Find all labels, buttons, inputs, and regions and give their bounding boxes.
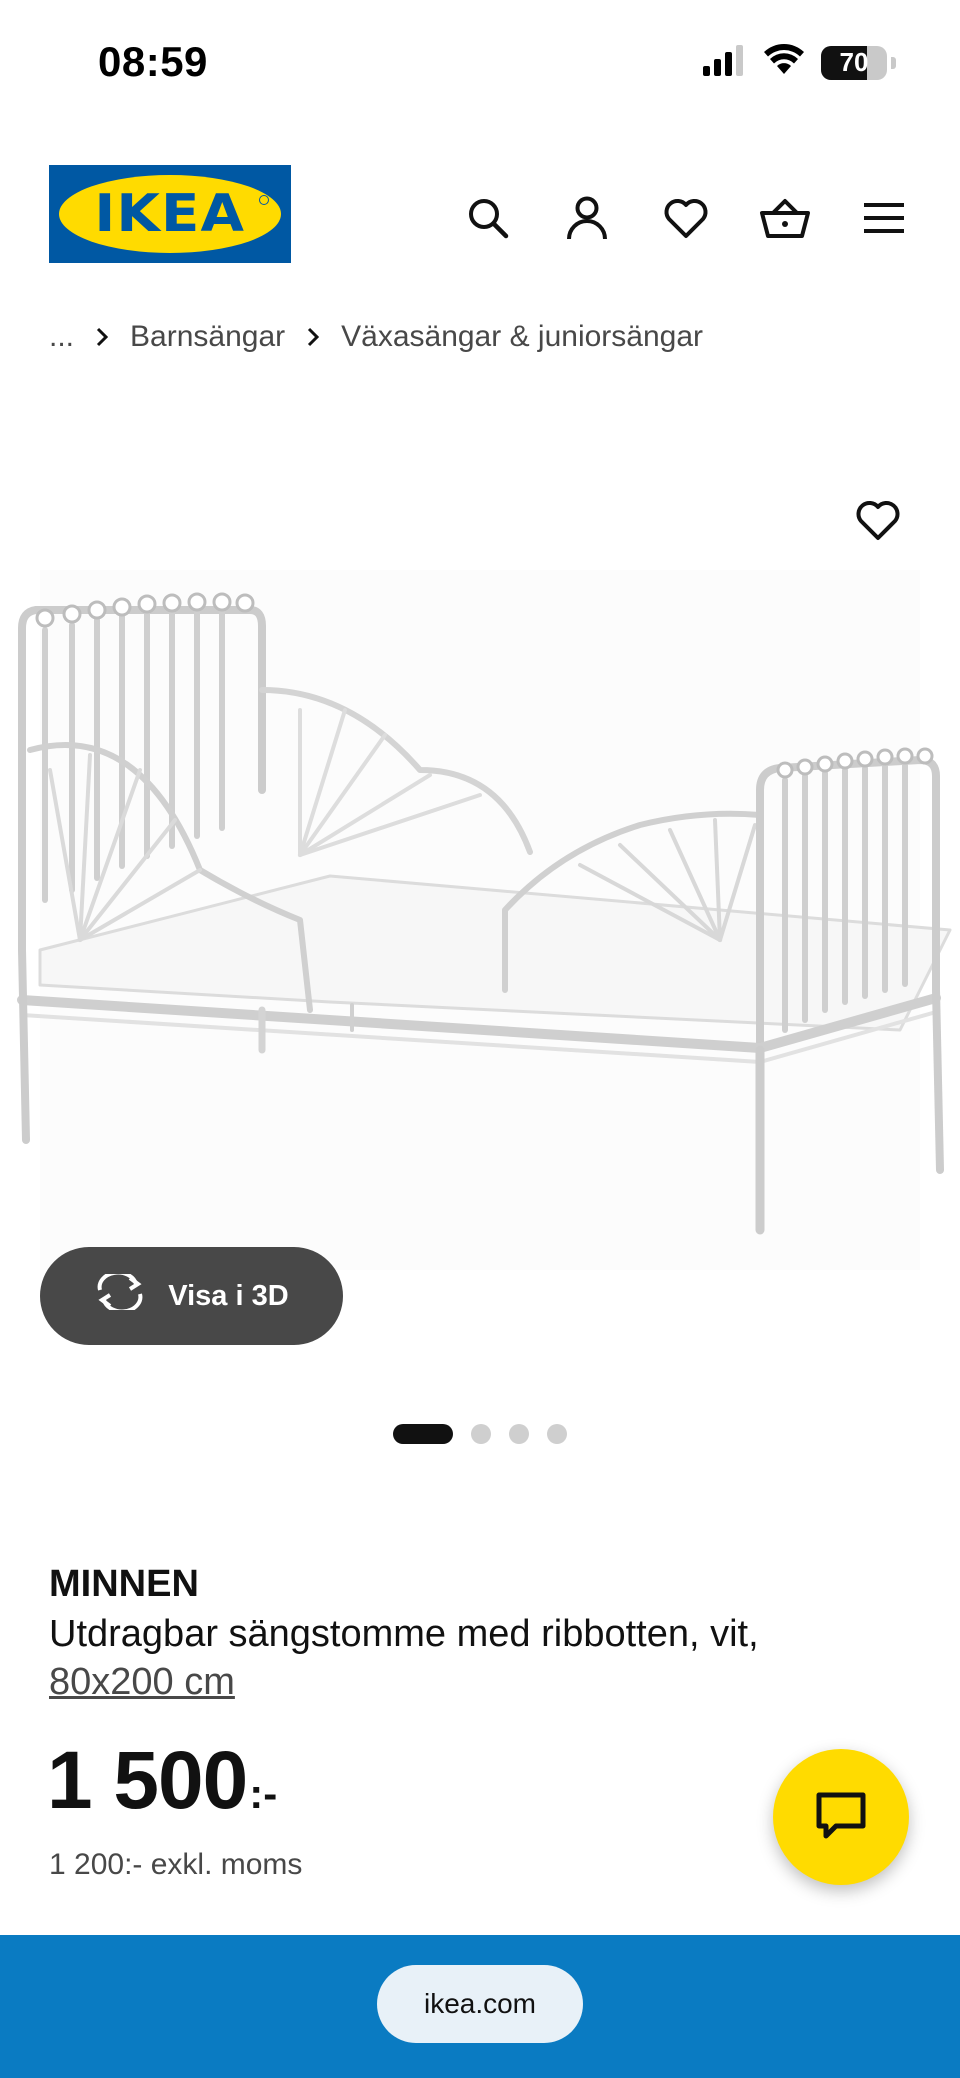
product-image-bed[interactable]	[0, 570, 960, 1270]
breadcrumb-more[interactable]: ...	[49, 320, 74, 354]
breadcrumb-vaxasangar[interactable]: Växasängar & juniorsängar	[341, 320, 703, 354]
address-bar[interactable]: ikea.com	[377, 1965, 583, 2043]
wifi-icon	[763, 44, 805, 81]
carousel-dot-1[interactable]	[393, 1424, 453, 1444]
view-in-3d-label: Visa i 3D	[168, 1279, 289, 1312]
menu-icon[interactable]	[848, 182, 920, 254]
carousel-dot-4[interactable]	[547, 1424, 567, 1444]
breadcrumb: ... Barnsängar Växasängar & juniorsängar	[49, 320, 703, 354]
site-header: IKEA	[0, 160, 960, 270]
product-description: Utdragbar sängstomme med ribbotten, vit,…	[49, 1610, 909, 1706]
product-gallery[interactable]: Visa i 3D	[0, 470, 960, 1370]
header-actions	[452, 182, 920, 254]
chat-button[interactable]	[773, 1749, 909, 1885]
rotate-3d-icon	[94, 1270, 146, 1318]
view-in-3d-button[interactable]: Visa i 3D	[40, 1247, 343, 1345]
product-price: 1 500 :-	[47, 1740, 277, 1822]
carousel-dot-3[interactable]	[509, 1424, 529, 1444]
status-time: 08:59	[98, 38, 208, 85]
account-icon[interactable]	[551, 182, 623, 254]
carousel-indicator	[0, 1424, 960, 1444]
product-description-text: Utdragbar sängstomme med ribbotten, vit,	[49, 1613, 759, 1655]
chevron-right-icon	[307, 327, 320, 347]
search-icon[interactable]	[452, 182, 524, 254]
breadcrumb-barnsangar[interactable]: Barnsängar	[130, 320, 285, 354]
heart-icon[interactable]	[650, 182, 722, 254]
signal-icon	[701, 44, 747, 81]
price-amount: 1 500	[47, 1735, 248, 1826]
browser-bottom-bar: ikea.com	[0, 1935, 960, 2078]
basket-icon[interactable]	[749, 182, 821, 254]
chevron-right-icon	[96, 327, 109, 347]
carousel-dot-2[interactable]	[471, 1424, 491, 1444]
logo-text: IKEA	[94, 184, 246, 244]
product-name: MINNEN	[49, 1563, 199, 1605]
battery-icon: 70	[821, 45, 887, 80]
status-icons: 70	[701, 44, 896, 81]
product-size-link[interactable]: 80x200 cm	[49, 1661, 235, 1703]
battery-level: 70	[839, 47, 869, 77]
price-suffix: :-	[249, 1770, 278, 1817]
chat-icon	[814, 1790, 868, 1845]
price-ex-vat: 1 200:- exkl. moms	[49, 1848, 303, 1881]
add-to-favourites-heart-icon[interactable]	[850, 492, 906, 548]
status-bar: 08:59 70	[0, 0, 960, 120]
ikea-logo[interactable]: IKEA	[49, 165, 291, 263]
